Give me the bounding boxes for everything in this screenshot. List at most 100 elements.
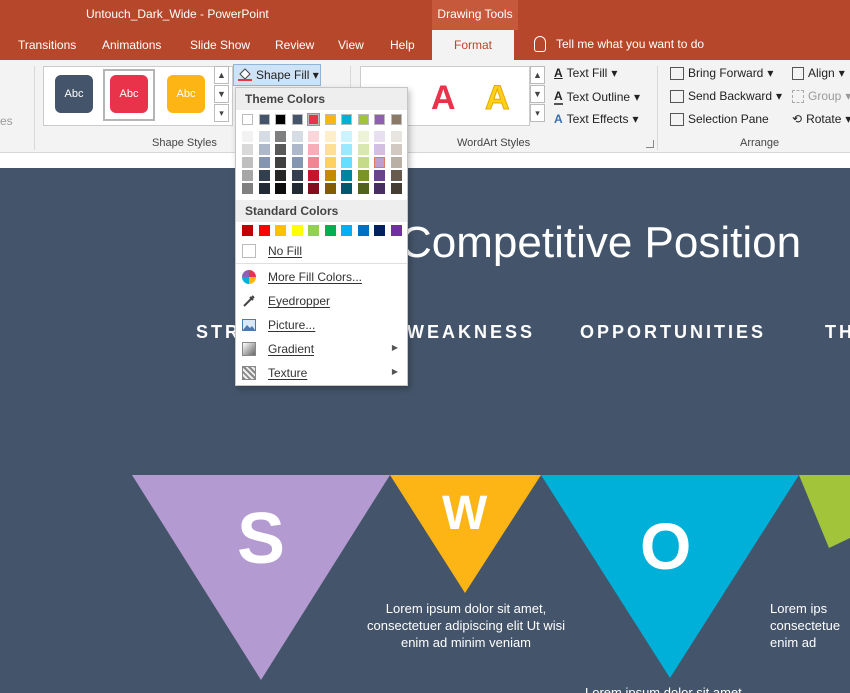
theme-color-swatch[interactable] bbox=[374, 114, 385, 125]
text-fill-button[interactable]: A Text Fill ▾ bbox=[554, 66, 617, 80]
theme-shade-swatch[interactable] bbox=[357, 131, 369, 142]
theme-shade-swatch[interactable] bbox=[275, 157, 286, 168]
shape-style-preset-2[interactable]: Abc bbox=[110, 75, 148, 113]
theme-color-swatch[interactable] bbox=[390, 114, 402, 125]
tab-format[interactable]: Format bbox=[432, 30, 515, 60]
body-text-threats[interactable]: Lorem ips consectetue enim ad bbox=[770, 600, 850, 651]
standard-color-swatch[interactable] bbox=[390, 225, 402, 236]
theme-shade-swatch[interactable] bbox=[357, 157, 369, 168]
dialog-launcher-icon[interactable] bbox=[646, 140, 654, 148]
theme-shade-swatch[interactable] bbox=[275, 183, 286, 194]
theme-shade-swatch[interactable] bbox=[291, 170, 303, 181]
theme-shade-swatch[interactable] bbox=[324, 157, 336, 168]
gallery-more[interactable]: ▾ bbox=[214, 104, 229, 122]
theme-color-swatch[interactable] bbox=[341, 114, 352, 125]
theme-shade-swatch[interactable] bbox=[242, 144, 253, 155]
theme-color-swatch[interactable] bbox=[258, 114, 270, 125]
heading-weakness[interactable]: WEAKNESS bbox=[407, 322, 535, 343]
gallery-scroll-down[interactable]: ▼ bbox=[214, 85, 229, 103]
theme-shade-swatch[interactable] bbox=[324, 131, 336, 142]
body-text-weakness[interactable]: Lorem ipsum dolor sit amet, consectetuer… bbox=[356, 600, 576, 651]
theme-shade-swatch[interactable] bbox=[390, 170, 402, 181]
theme-shade-swatch[interactable] bbox=[258, 131, 270, 142]
tab-view[interactable]: View bbox=[338, 38, 364, 52]
shape-style-preset-1[interactable]: Abc bbox=[55, 75, 93, 113]
theme-shade-swatch[interactable] bbox=[291, 144, 303, 155]
theme-shade-swatch[interactable] bbox=[341, 144, 352, 155]
theme-shade-swatch[interactable] bbox=[357, 183, 369, 194]
align-button[interactable]: Align ▾ bbox=[792, 66, 845, 80]
shape-style-preset-3[interactable]: Abc bbox=[167, 75, 205, 113]
standard-color-swatch[interactable] bbox=[374, 225, 385, 236]
body-text-opportunities[interactable]: Lorem ipsum dolor sit amet bbox=[585, 684, 765, 693]
send-backward-button[interactable]: Send Backward ▾ bbox=[670, 89, 782, 103]
theme-color-swatch[interactable] bbox=[275, 114, 286, 125]
theme-color-swatch[interactable] bbox=[242, 114, 253, 125]
standard-color-swatch[interactable] bbox=[357, 225, 369, 236]
rotate-button[interactable]: ⟲ Rotate ▾ bbox=[792, 112, 850, 126]
tell-me-box[interactable]: Tell me what you want to do bbox=[534, 36, 704, 52]
wordart-preset-gold[interactable]: A bbox=[485, 79, 511, 118]
text-effects-button[interactable]: A Text Effects ▾ bbox=[554, 112, 639, 126]
theme-shade-swatch[interactable] bbox=[324, 183, 336, 194]
theme-shade-swatch[interactable] bbox=[242, 170, 253, 181]
theme-shade-swatch[interactable] bbox=[308, 157, 319, 168]
heading-opportunities[interactable]: OPPORTUNITIES bbox=[580, 322, 766, 343]
standard-color-swatch[interactable] bbox=[341, 225, 352, 236]
theme-shade-swatch[interactable] bbox=[341, 170, 352, 181]
theme-shade-swatch[interactable] bbox=[357, 144, 369, 155]
theme-shade-swatch[interactable] bbox=[390, 157, 402, 168]
tab-animations[interactable]: Animations bbox=[102, 38, 161, 52]
theme-shade-swatch[interactable] bbox=[258, 144, 270, 155]
theme-shade-swatch[interactable] bbox=[390, 183, 402, 194]
eyedropper-item[interactable]: Eyedropper bbox=[236, 290, 407, 312]
theme-shade-swatch[interactable] bbox=[308, 183, 319, 194]
theme-shade-swatch[interactable] bbox=[374, 144, 385, 155]
theme-shade-swatch[interactable] bbox=[242, 157, 253, 168]
texture-item[interactable]: Texture ▶ bbox=[236, 362, 407, 384]
shape-fill-button[interactable]: Shape Fill ▾ bbox=[233, 64, 321, 86]
theme-color-swatch[interactable] bbox=[324, 114, 336, 125]
wordart-scroll-up[interactable]: ▲ bbox=[530, 66, 545, 84]
theme-shade-swatch[interactable] bbox=[374, 183, 385, 194]
selection-pane-button[interactable]: Selection Pane bbox=[670, 112, 769, 126]
theme-shade-swatch[interactable] bbox=[258, 157, 270, 168]
wordart-scroll-down[interactable]: ▼ bbox=[530, 85, 545, 103]
wordart-more[interactable]: ▾ bbox=[530, 104, 545, 122]
standard-color-swatch[interactable] bbox=[258, 225, 270, 236]
theme-shade-swatch[interactable] bbox=[258, 170, 270, 181]
theme-shade-swatch[interactable] bbox=[275, 170, 286, 181]
standard-color-swatch[interactable] bbox=[291, 225, 303, 236]
text-outline-button[interactable]: A Text Outline ▾ bbox=[554, 89, 640, 105]
wordart-preset-red[interactable]: A bbox=[431, 79, 456, 118]
heading-threats[interactable]: TH bbox=[825, 322, 850, 343]
group-button[interactable]: Group ▾ bbox=[792, 89, 850, 103]
theme-shade-swatch[interactable] bbox=[275, 144, 286, 155]
theme-shade-swatch[interactable] bbox=[324, 170, 336, 181]
slide-title[interactable]: Competitive Position bbox=[400, 218, 801, 268]
theme-shade-swatch[interactable] bbox=[341, 157, 352, 168]
theme-shade-swatch[interactable] bbox=[390, 144, 402, 155]
theme-shade-swatch[interactable] bbox=[242, 183, 253, 194]
theme-shade-swatch[interactable] bbox=[291, 131, 303, 142]
theme-color-swatch[interactable] bbox=[357, 114, 369, 125]
picture-item[interactable]: Picture... bbox=[236, 314, 407, 336]
theme-shade-swatch[interactable] bbox=[308, 131, 319, 142]
theme-shade-swatch[interactable] bbox=[390, 131, 402, 142]
standard-color-swatch[interactable] bbox=[308, 225, 319, 236]
tab-review[interactable]: Review bbox=[275, 38, 314, 52]
theme-shade-swatch[interactable] bbox=[341, 183, 352, 194]
triangle-t[interactable] bbox=[799, 475, 850, 548]
tab-help[interactable]: Help bbox=[390, 38, 415, 52]
theme-color-swatch[interactable] bbox=[307, 113, 320, 126]
theme-shade-swatch[interactable] bbox=[341, 131, 352, 142]
more-fill-colors-item[interactable]: More Fill Colors... bbox=[236, 266, 407, 288]
theme-shade-swatch[interactable] bbox=[308, 144, 319, 155]
tab-slide-show[interactable]: Slide Show bbox=[190, 38, 250, 52]
theme-shade-swatch[interactable] bbox=[324, 144, 336, 155]
tab-transitions[interactable]: Transitions bbox=[18, 38, 76, 52]
theme-shade-swatch[interactable] bbox=[374, 131, 385, 142]
theme-shade-swatch[interactable] bbox=[258, 183, 270, 194]
bring-forward-button[interactable]: Bring Forward ▾ bbox=[670, 66, 773, 80]
theme-shade-swatch[interactable] bbox=[374, 170, 385, 181]
